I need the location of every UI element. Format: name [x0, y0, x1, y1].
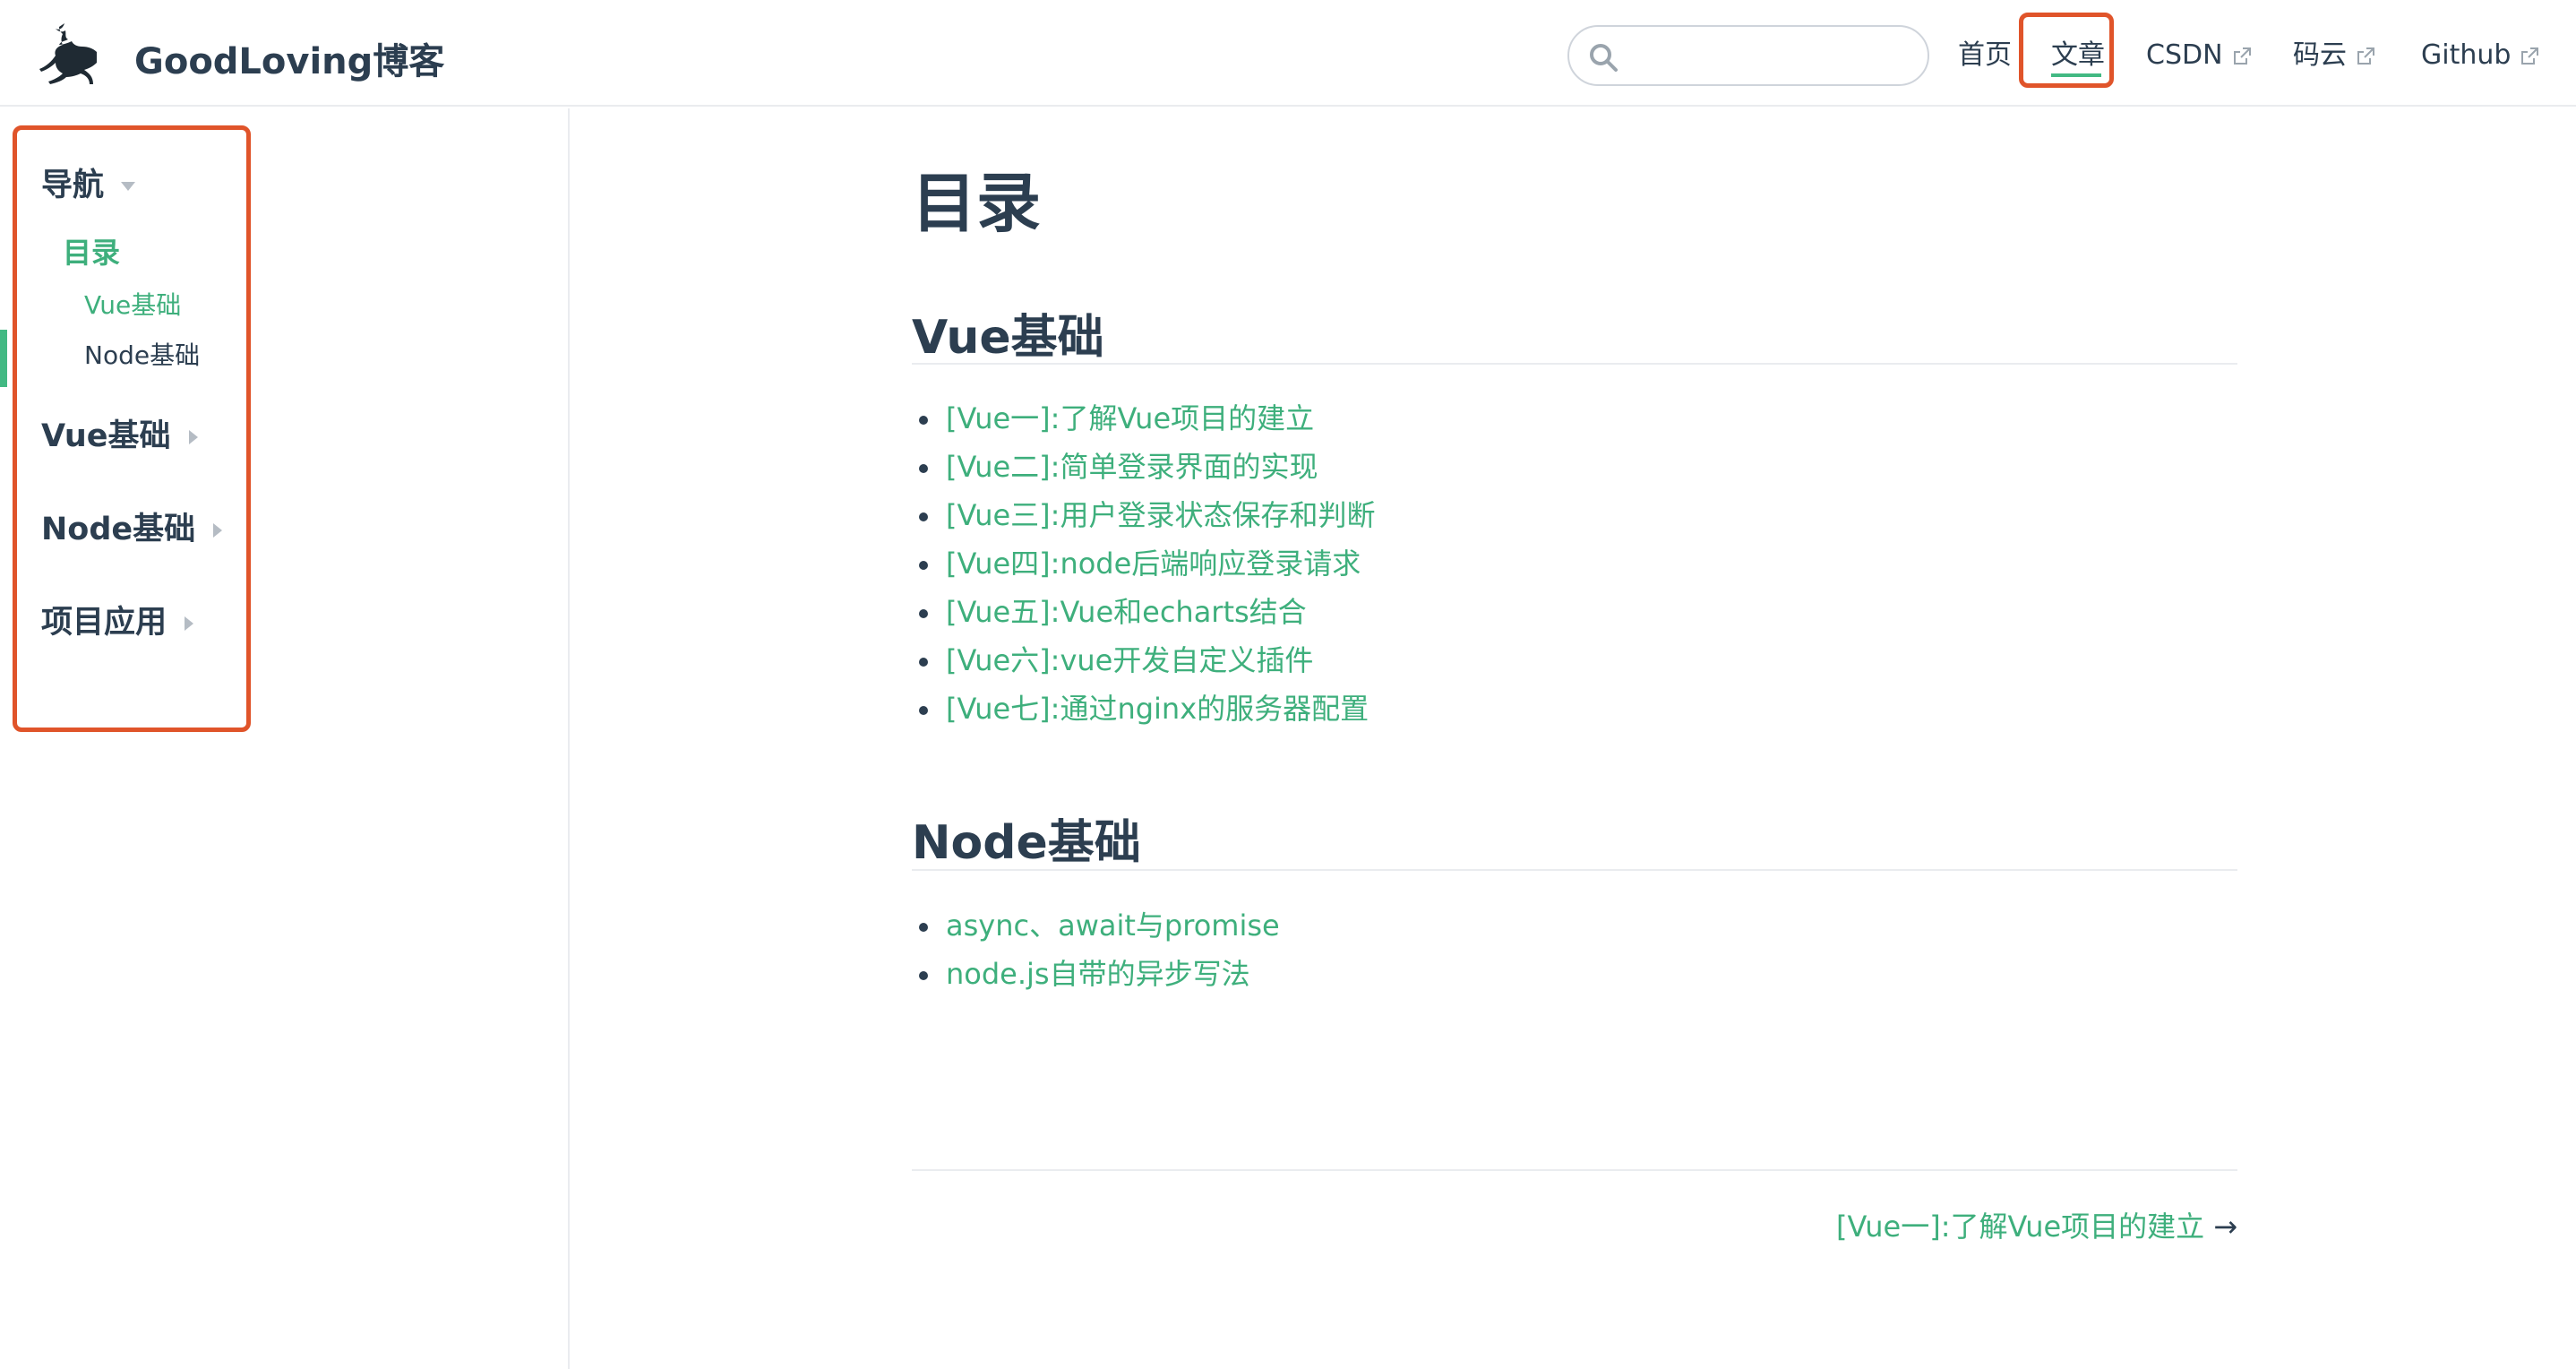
external-link-icon	[2233, 47, 2251, 65]
article-link[interactable]: [Vue一]:了解Vue项目的建立	[946, 394, 1314, 443]
triangle-down-icon	[121, 182, 136, 191]
bullet-icon	[919, 706, 928, 715]
article-link[interactable]: [Vue四]:node后端响应登录请求	[946, 539, 1361, 588]
nav-item-gitee[interactable]: 码云	[2293, 38, 2375, 73]
nav-item-label: CSDN	[2146, 39, 2223, 71]
deer-logo-icon[interactable]	[38, 22, 107, 86]
section-divider	[912, 363, 2237, 365]
sidebar-group-title: 项目应用	[41, 605, 167, 641]
bullet-icon	[919, 416, 928, 425]
article-link[interactable]: [Vue七]:通过nginx的服务器配置	[946, 684, 1369, 733]
nav-item-label: 文章	[2051, 39, 2105, 71]
sidebar-item-toc[interactable]: 目录	[63, 230, 120, 271]
sidebar-group-title: Node基础	[41, 512, 196, 547]
nav-item-articles[interactable]: 文章	[2051, 38, 2105, 73]
site-name[interactable]: GoodLoving博客	[134, 32, 444, 84]
article-link[interactable]: async、await与promise	[946, 901, 1280, 950]
sidebar-group-title: Vue基础	[41, 418, 171, 454]
section-divider	[912, 869, 2237, 871]
bullet-icon	[919, 464, 928, 473]
bullet-icon	[919, 923, 928, 932]
sidebar: 导航 目录 Vue基础 Node基础 Vue基础 Node基础 项目应用	[0, 108, 570, 1369]
nav-item-label: 首页	[1958, 39, 2012, 71]
search-icon	[1590, 44, 1618, 72]
bullet-icon	[919, 512, 928, 521]
triangle-right-icon	[185, 616, 194, 631]
article-link[interactable]: node.js自带的异步写法	[946, 950, 1250, 998]
nav-item-label: 码云	[2293, 39, 2347, 71]
search-input[interactable]	[1632, 36, 1910, 75]
search-box[interactable]	[1567, 25, 1929, 86]
bullet-icon	[919, 658, 928, 667]
nav-item-github[interactable]: Github	[2421, 38, 2539, 73]
bullet-icon	[919, 561, 928, 570]
page-nav-divider	[912, 1169, 2237, 1171]
sidebar-group-vue[interactable]: Vue基础	[41, 417, 200, 456]
sidebar-group-nav[interactable]: 导航	[41, 166, 136, 205]
next-page-label: [Vue一]:了解Vue项目的建立	[1836, 1210, 2205, 1244]
sidebar-group-projects[interactable]: 项目应用	[41, 603, 195, 642]
sidebar-group-title: 导航	[41, 168, 105, 203]
page-title: 目录	[912, 166, 1042, 241]
triangle-right-icon	[213, 523, 223, 538]
sidebar-subitem-vue-basics[interactable]: Vue基础	[84, 286, 181, 322]
external-link-icon	[2357, 47, 2374, 65]
bullet-icon	[919, 971, 928, 980]
article-link[interactable]: [Vue三]:用户登录状态保存和判断	[946, 491, 1375, 539]
nav-active-indicator	[2051, 73, 2101, 77]
arrow-right-icon: →	[2213, 1210, 2237, 1244]
next-page-link[interactable]: [Vue一]:了解Vue项目的建立 →	[1836, 1204, 2237, 1245]
sidebar-active-indicator	[0, 330, 7, 387]
article-link[interactable]: [Vue六]:vue开发自定义插件	[946, 636, 1313, 684]
article-link[interactable]: [Vue五]:Vue和echarts结合	[946, 588, 1307, 636]
sidebar-subitem-node-basics[interactable]: Node基础	[84, 336, 200, 372]
external-link-icon	[2521, 47, 2539, 65]
triangle-right-icon	[188, 430, 198, 444]
nav-item-label: Github	[2421, 39, 2512, 71]
article-link[interactable]: [Vue二]:简单登录界面的实现	[946, 443, 1318, 491]
section-heading-vue: Vue基础	[912, 311, 1104, 365]
nav-item-csdn[interactable]: CSDN	[2146, 38, 2252, 73]
top-navbar: GoodLoving博客 首页 文章 CSDN 码云 Github	[0, 0, 2576, 107]
section-heading-node: Node基础	[912, 816, 1141, 870]
nav-item-home[interactable]: 首页	[1958, 38, 2012, 73]
bullet-icon	[919, 609, 928, 618]
sidebar-group-node[interactable]: Node基础	[41, 510, 224, 549]
